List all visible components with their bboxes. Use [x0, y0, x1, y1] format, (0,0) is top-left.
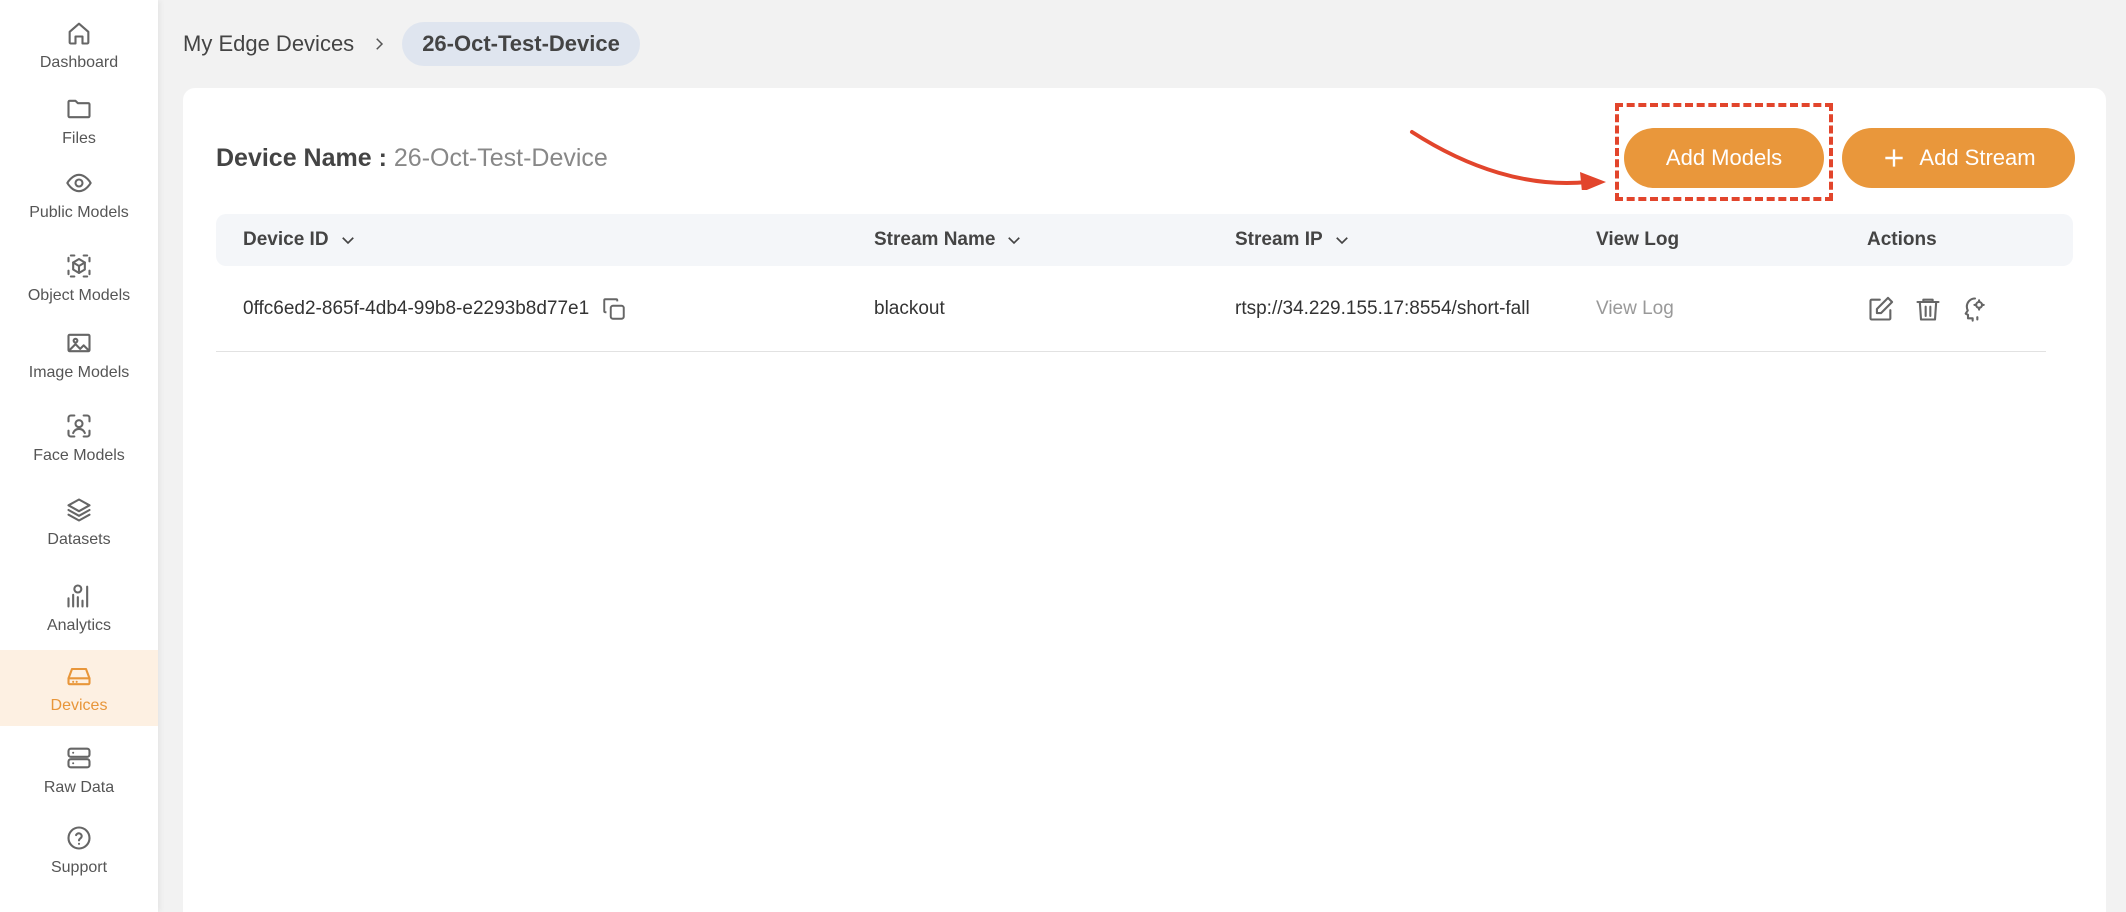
device-detail-card: Device Name : 26-Oct-Test-Device Add Mod… [183, 88, 2106, 912]
sidebar-item-label: Support [50, 859, 108, 876]
cell-stream-ip: rtsp://34.229.155.17:8554/short-fall [1235, 298, 1530, 319]
breadcrumb-current: 26-Oct-Test-Device [402, 22, 640, 66]
face-scan-icon [64, 411, 94, 441]
sidebar-item-label: Image Models [28, 364, 130, 381]
add-stream-button[interactable]: Add Stream [1842, 128, 2075, 188]
column-header-stream-name[interactable]: Stream Name [874, 214, 1023, 266]
analytics-icon [64, 581, 94, 611]
column-header-device-id[interactable]: Device ID [243, 214, 357, 266]
sidebar-item-raw-data[interactable]: Raw Data [0, 732, 158, 808]
column-header-actions: Actions [1867, 214, 1937, 266]
sidebar-item-public-models[interactable]: Public Models [0, 160, 158, 230]
view-log-link[interactable]: View Log [1596, 266, 1674, 352]
eye-icon [64, 168, 94, 198]
chevron-right-icon [370, 35, 388, 53]
home-icon [64, 18, 94, 48]
layers-icon [64, 495, 94, 525]
column-header-label: Stream IP [1235, 229, 1323, 250]
sidebar-item-label: Analytics [46, 617, 112, 634]
folder-icon [64, 94, 94, 124]
annotation-arrow-icon [1410, 130, 1606, 190]
sidebar-item-face-models[interactable]: Face Models [0, 398, 158, 478]
help-circle-icon [64, 823, 94, 853]
cube-icon [64, 251, 94, 281]
column-header-stream-ip[interactable]: Stream IP [1235, 214, 1351, 266]
device-name-key: Device Name : [216, 144, 387, 172]
page-title: Device Name : 26-Oct-Test-Device [216, 144, 608, 173]
trash-icon[interactable] [1913, 294, 1943, 324]
add-stream-label: Add Stream [1919, 145, 2036, 170]
sidebar-item-dashboard[interactable]: Dashboard [0, 10, 158, 80]
sidebar-item-files[interactable]: Files [0, 86, 158, 156]
drive-icon [64, 661, 94, 691]
chevron-down-icon[interactable] [1333, 231, 1351, 249]
chevron-down-icon[interactable] [339, 231, 357, 249]
sidebar-item-image-models[interactable]: Image Models [0, 320, 158, 390]
copy-icon[interactable] [601, 296, 627, 322]
breadcrumb: My Edge Devices 26-Oct-Test-Device [183, 22, 640, 66]
sidebar-item-devices[interactable]: Devices [0, 650, 158, 726]
chevron-down-icon[interactable] [1005, 231, 1023, 249]
sidebar: Dashboard Files Public Models Object Mod… [0, 0, 158, 912]
column-header-label: Actions [1867, 229, 1937, 250]
plus-icon [1881, 145, 1907, 171]
cell-actions [1866, 266, 2007, 352]
cell-device-id: 0ffc6ed2-865f-4db4-99b8-e2293b8d77e1 [243, 266, 627, 352]
sidebar-item-label: Raw Data [43, 779, 115, 796]
sidebar-item-label: Public Models [29, 204, 129, 221]
add-models-label: Add Models [1665, 145, 1783, 170]
column-header-view-log: View Log [1596, 214, 1679, 266]
column-header-label: Stream Name [874, 229, 996, 250]
sidebar-item-label: Datasets [47, 531, 111, 548]
sidebar-item-label: Object Models [27, 287, 131, 304]
sidebar-item-support[interactable]: Support [0, 812, 158, 888]
table-row: 0ffc6ed2-865f-4db4-99b8-e2293b8d77e1 bla… [216, 266, 2046, 352]
column-header-label: Device ID [243, 229, 329, 250]
table-header: Device ID Stream Name Stream IP View Log… [216, 214, 2073, 266]
sidebar-item-label: Files [62, 130, 96, 147]
breadcrumb-parent-link[interactable]: My Edge Devices [183, 31, 354, 57]
cell-stream-name: blackout [874, 298, 945, 319]
ai-settings-icon[interactable] [1960, 294, 1990, 324]
sidebar-item-datasets[interactable]: Datasets [0, 486, 158, 558]
sidebar-item-analytics[interactable]: Analytics [0, 570, 158, 646]
server-icon [64, 743, 94, 773]
sidebar-item-label: Face Models [33, 447, 125, 464]
device-name-value: 26-Oct-Test-Device [393, 144, 608, 172]
column-header-label: View Log [1596, 229, 1680, 250]
edit-icon[interactable] [1866, 294, 1896, 324]
device-id-value: 0ffc6ed2-865f-4db4-99b8-e2293b8d77e1 [243, 298, 590, 319]
sidebar-item-label: Devices [50, 697, 108, 714]
sidebar-item-object-models[interactable]: Object Models [0, 240, 158, 316]
image-icon [64, 328, 94, 358]
sidebar-item-label: Dashboard [39, 54, 119, 71]
add-models-button[interactable]: Add Models [1624, 128, 1824, 188]
